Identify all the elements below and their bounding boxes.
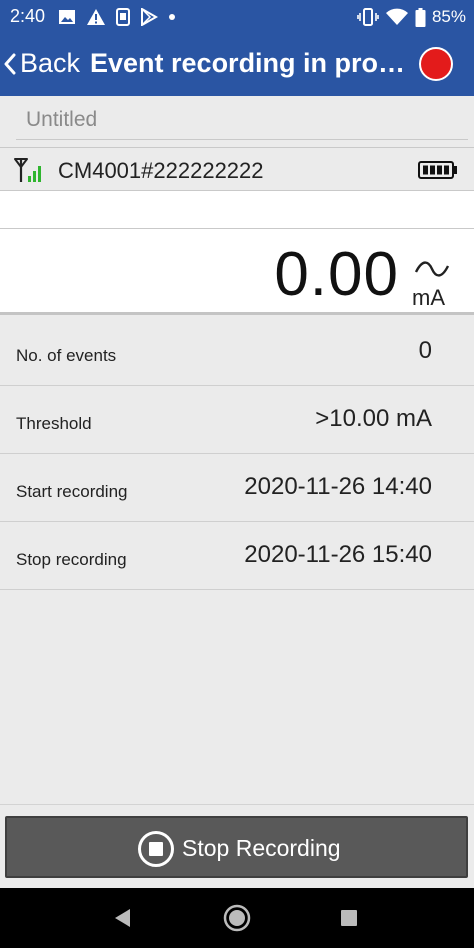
reading-panel: 0.00 mA xyxy=(0,229,474,315)
nav-home-icon[interactable] xyxy=(222,903,252,933)
info-row-threshold: Threshold >10.00 mA xyxy=(0,386,474,454)
info-label: Stop recording xyxy=(16,550,127,569)
image-icon xyxy=(59,10,75,24)
page-title: Event recording in pro… xyxy=(90,48,406,78)
back-label: Back xyxy=(20,48,81,78)
info-row-stop-recording: Stop recording 2020-11-26 15:40 xyxy=(0,522,474,590)
divider xyxy=(0,804,474,805)
battery-icon xyxy=(418,161,457,179)
info-label: Start recording xyxy=(16,482,128,501)
ac-wave-icon xyxy=(414,261,450,277)
battery-icon xyxy=(415,7,426,27)
system-nav-bar xyxy=(0,888,474,948)
spacer-band xyxy=(0,191,474,229)
nav-recents-icon[interactable] xyxy=(340,909,358,927)
warning-icon xyxy=(87,9,105,25)
info-label: Threshold xyxy=(16,414,92,433)
status-time: 2:40 xyxy=(10,6,46,26)
stop-recording-label: Stop Recording xyxy=(182,835,341,861)
status-bar: 2:40 85% xyxy=(0,0,474,34)
system-status-icons: 85% xyxy=(357,6,466,28)
reading-unit: mA xyxy=(412,285,445,310)
nav-back-icon[interactable] xyxy=(112,907,132,929)
device-row: CM4001#222222222 xyxy=(0,147,474,191)
wifi-icon xyxy=(385,8,408,25)
stop-recording-button[interactable]: Stop Recording xyxy=(5,816,468,878)
info-row-events: No. of events 0 xyxy=(0,318,474,386)
dot-icon xyxy=(169,14,175,20)
info-value: 0 xyxy=(418,337,432,364)
reading-value: 0.00 xyxy=(274,240,399,309)
notification-icons xyxy=(58,6,176,28)
record-indicator-icon[interactable] xyxy=(419,47,453,81)
info-row-start-recording: Start recording 2020-11-26 14:40 xyxy=(0,454,474,522)
phone-sim-icon xyxy=(116,8,130,26)
info-label: No. of events xyxy=(16,346,117,365)
info-value: 2020-11-26 14:40 xyxy=(244,473,432,500)
app-header: Back Event recording in pro… xyxy=(0,34,474,96)
antenna-signal-icon xyxy=(14,158,41,182)
vibrate-icon xyxy=(357,8,379,26)
chevron-left-icon xyxy=(4,53,16,74)
recording-name-input[interactable]: Untitled xyxy=(16,100,468,140)
info-value: 2020-11-26 15:40 xyxy=(244,541,432,568)
stop-icon xyxy=(138,831,174,867)
device-name: CM4001#222222222 xyxy=(58,158,264,183)
battery-percent: 85% xyxy=(431,7,466,26)
info-value: >10.00 mA xyxy=(315,405,432,432)
back-button[interactable]: Back xyxy=(4,48,80,79)
play-store-icon xyxy=(141,8,158,26)
